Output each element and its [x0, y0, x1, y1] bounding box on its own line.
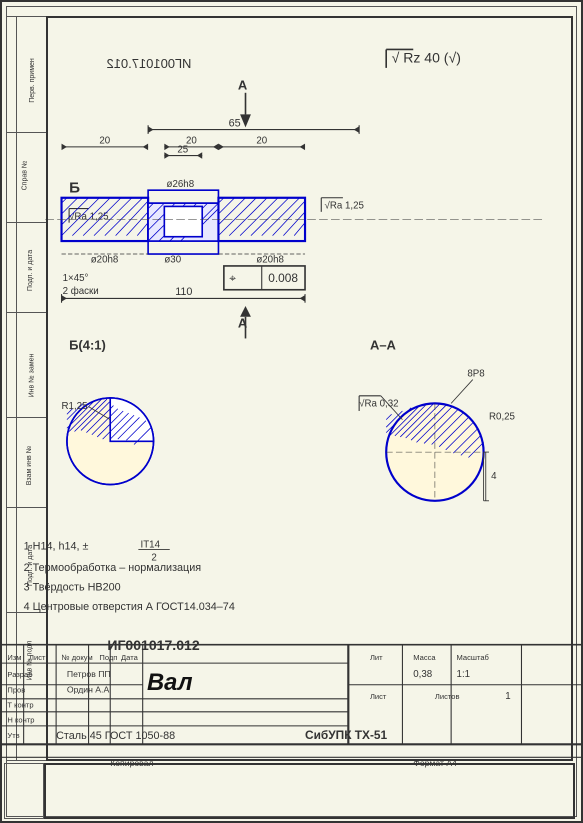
svg-text:√Ra 1,25: √Ra 1,25: [325, 201, 364, 212]
svg-text:Лит: Лит: [370, 653, 383, 662]
svg-text:Н контр: Н контр: [7, 716, 34, 725]
svg-text:25: 25: [177, 144, 188, 155]
svg-text:№ докум: № докум: [62, 653, 93, 662]
svg-text:4: 4: [491, 471, 497, 482]
svg-text:Б(4:1): Б(4:1): [69, 337, 106, 352]
svg-text:√Ra 0,32: √Ra 0,32: [359, 399, 398, 410]
title-block: [44, 763, 575, 819]
svg-text:Вал: Вал: [147, 669, 193, 696]
svg-text:√Ra 1,25: √Ra 1,25: [69, 211, 108, 222]
svg-text:Лист: Лист: [370, 692, 387, 701]
svg-text:IT14: IT14: [141, 539, 161, 550]
svg-text:Разраб: Разраб: [7, 670, 33, 679]
svg-text:110: 110: [175, 286, 192, 298]
svg-text:А: А: [238, 316, 248, 331]
svg-text:4 Центровые отверстия А ГОСТ: 4 Центровые отверстия А ГОСТ14.034–74: [24, 601, 235, 613]
svg-text:Дата: Дата: [121, 653, 139, 662]
svg-text:65: 65: [229, 117, 241, 129]
svg-text:R1,25: R1,25: [62, 401, 88, 412]
svg-text:Лист: Лист: [29, 653, 46, 662]
page: Перв. примен Справ № Подп. и дата Инв № …: [0, 0, 583, 823]
svg-text:ø20h8: ø20h8: [256, 255, 284, 266]
svg-text:ИГ001017.012: ИГ001017.012: [107, 56, 192, 71]
svg-text:√ Rz 40 (√): √ Rz 40 (√): [392, 49, 461, 65]
svg-text:Б: Б: [69, 179, 80, 196]
svg-text:Т контр: Т контр: [7, 700, 33, 709]
svg-text:3 Твёрдость НВ200: 3 Твёрдость НВ200: [24, 582, 121, 594]
svg-text:А: А: [238, 78, 248, 93]
svg-text:Утв: Утв: [7, 731, 19, 740]
svg-text:Масштаб: Масштаб: [457, 653, 490, 662]
bottom-bar: [4, 763, 44, 819]
svg-text:⌖: ⌖: [229, 271, 236, 285]
svg-text:ø20h8: ø20h8: [91, 255, 119, 266]
svg-text:Пров: Пров: [7, 685, 25, 694]
svg-text:1:1: 1:1: [457, 669, 471, 680]
svg-text:0.008: 0.008: [268, 271, 298, 285]
svg-text:1 Н14, h14, ±: 1 Н14, h14, ±: [24, 540, 89, 552]
svg-text:1: 1: [505, 691, 510, 702]
svg-text:1×45°: 1×45°: [63, 273, 89, 284]
svg-text:8P8: 8P8: [467, 368, 484, 379]
svg-text:0,38: 0,38: [413, 669, 432, 680]
svg-text:20: 20: [99, 136, 110, 147]
svg-text:R0,25: R0,25: [489, 412, 515, 423]
svg-text:Листов: Листов: [435, 692, 460, 701]
svg-text:20: 20: [256, 136, 267, 147]
technical-drawing: ИГ001017.012 √ Rz 40 (√) А 65 Б √Ra 1,25: [2, 2, 581, 821]
svg-text:Изм: Изм: [7, 653, 21, 662]
svg-text:Масса: Масса: [413, 653, 436, 662]
svg-text:2 Термообработка – нормализа: 2 Термообработка – нормализация: [24, 562, 202, 574]
svg-text:СибУПК ТХ-51: СибУПК ТХ-51: [305, 728, 388, 742]
svg-text:ø30: ø30: [164, 255, 181, 266]
svg-text:2 фаски: 2 фаски: [63, 286, 99, 297]
svg-text:ø26h8: ø26h8: [167, 179, 195, 190]
svg-text:А–А: А–А: [370, 337, 397, 352]
svg-text:Подп: Подп: [99, 653, 117, 662]
svg-text:Сталь 45 ГОСТ 1050-88: Сталь 45 ГОСТ 1050-88: [56, 730, 175, 742]
